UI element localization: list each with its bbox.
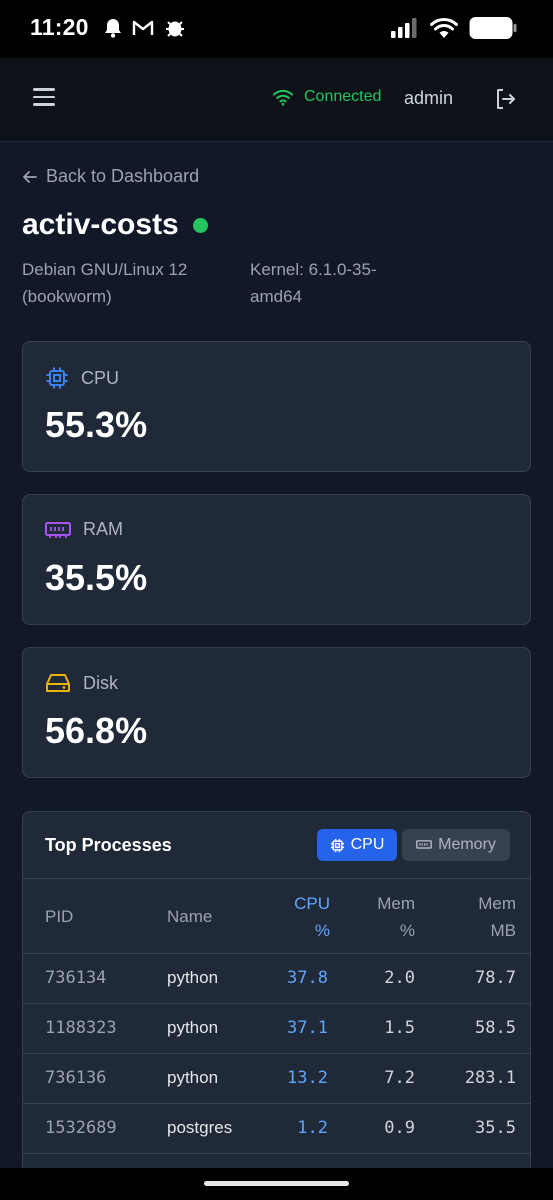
user-name: admin: [404, 88, 454, 108]
col-pid: PID: [45, 907, 74, 926]
cell-mem-mb: 283.1: [464, 1068, 516, 1088]
sort-cpu-label: CPU: [350, 836, 385, 853]
disk-label: Disk: [83, 672, 118, 693]
server-name: activ-costs: [22, 208, 179, 241]
connection-label: Connected: [304, 88, 382, 105]
memory-icon: [45, 521, 71, 538]
ram-label: RAM: [83, 519, 123, 539]
table-row[interactable]: 736136 python 13.2 7.2 283.1: [23, 1054, 530, 1104]
system-icons: [391, 14, 517, 42]
server-title: activ-costs: [22, 208, 208, 242]
top-processes-title: Top Processes: [45, 835, 172, 855]
cell-name: python: [167, 968, 219, 987]
main-content: Back to Dashboard activ-costs Debian GNU…: [0, 142, 553, 1168]
hamburger-icon: [33, 88, 55, 91]
logout-button[interactable]: [493, 87, 517, 111]
os-info: Debian GNU/Linux 12 (bookworm): [22, 260, 188, 306]
cell-cpu: 13.2: [287, 1068, 328, 1088]
kernel-info: Kernel: 6.1.0-35-amd64: [250, 260, 377, 306]
ram-value: 35.5%: [45, 557, 148, 598]
cell-name: python: [167, 1018, 219, 1037]
process-table-header: PID Name CPU % Mem % Mem MB: [23, 878, 530, 954]
cpu-chip-icon: [330, 838, 344, 852]
disk-metric-card: Disk 56.8%: [22, 647, 531, 778]
back-to-dashboard-link[interactable]: Back to Dashboard: [22, 166, 199, 187]
cell-name: python: [167, 1068, 219, 1087]
ram-metric-card: RAM 35.5%: [22, 494, 531, 625]
cpu-chip-icon: [46, 367, 68, 389]
wifi-icon: [430, 17, 458, 38]
cell-mem-mb: 78.7: [475, 968, 516, 988]
sort-memory-label: Memory: [438, 836, 496, 853]
sort-by-cpu-button[interactable]: CPU: [317, 829, 397, 861]
status-bar: 11:20: [0, 0, 553, 58]
top-processes-card: Top Processes CPU Memory PID Name CPU %: [22, 811, 531, 1168]
logout-icon: [497, 89, 515, 109]
cpu-metric-card: CPU 55.3%: [22, 341, 531, 472]
cpu-value: 55.3%: [45, 404, 148, 445]
cell-pid: 1188323: [45, 1018, 117, 1038]
status-time: 11:20: [30, 14, 89, 40]
server-status-dot: [192, 217, 208, 233]
signal-icon: [391, 18, 417, 38]
cell-mem-mb: 58.5: [475, 1018, 516, 1038]
home-indicator[interactable]: [204, 1181, 349, 1186]
battery-icon: [469, 17, 517, 39]
cell-mem: 0.9: [384, 1118, 415, 1138]
cpu-label: CPU: [81, 367, 120, 388]
table-row[interactable]: 736134 python 37.8 2.0 78.7: [23, 954, 530, 1004]
cell-mem: 1.5: [384, 1018, 415, 1038]
connection-status: Connected: [272, 88, 381, 106]
table-row[interactable]: 1532689 postgres 1.2 0.9 35.5: [23, 1104, 530, 1154]
memory-icon: [416, 840, 433, 849]
cell-cpu: 37.8: [287, 968, 328, 988]
notification-icons: [104, 16, 186, 40]
col-mem-percent: Mem %: [377, 894, 415, 940]
cell-name: postgres: [167, 1118, 233, 1137]
gmail-icon: [132, 20, 154, 35]
bug-icon: [166, 21, 184, 37]
table-row[interactable]: 1188323 python 37.1 1.5 58.5: [23, 1004, 530, 1054]
col-mem-mb: Mem MB: [478, 894, 516, 940]
cell-mem-mb: 35.5: [475, 1118, 516, 1138]
sort-by-memory-button[interactable]: Memory: [402, 829, 510, 861]
col-name: Name: [167, 907, 213, 926]
menu-button[interactable]: [33, 88, 57, 110]
cell-mem: 2.0: [384, 968, 415, 988]
disk-value: 56.8%: [45, 710, 148, 751]
cell-pid: 736136: [45, 1068, 107, 1088]
cell-cpu: 1.2: [297, 1118, 328, 1138]
cell-cpu: 37.1: [287, 1018, 328, 1038]
col-cpu: CPU %: [294, 894, 330, 940]
app-header: Connected admin: [0, 58, 553, 142]
wifi-icon: [273, 89, 293, 106]
navigation-bar: [0, 1168, 553, 1200]
bell-icon: [105, 19, 121, 38]
back-label: Back to Dashboard: [46, 166, 200, 186]
cell-mem: 7.2: [384, 1068, 415, 1088]
cell-pid: 736134: [45, 968, 107, 988]
arrow-left-icon: [23, 170, 37, 183]
disk-icon: [46, 674, 70, 692]
cell-pid: 1532689: [45, 1118, 117, 1138]
